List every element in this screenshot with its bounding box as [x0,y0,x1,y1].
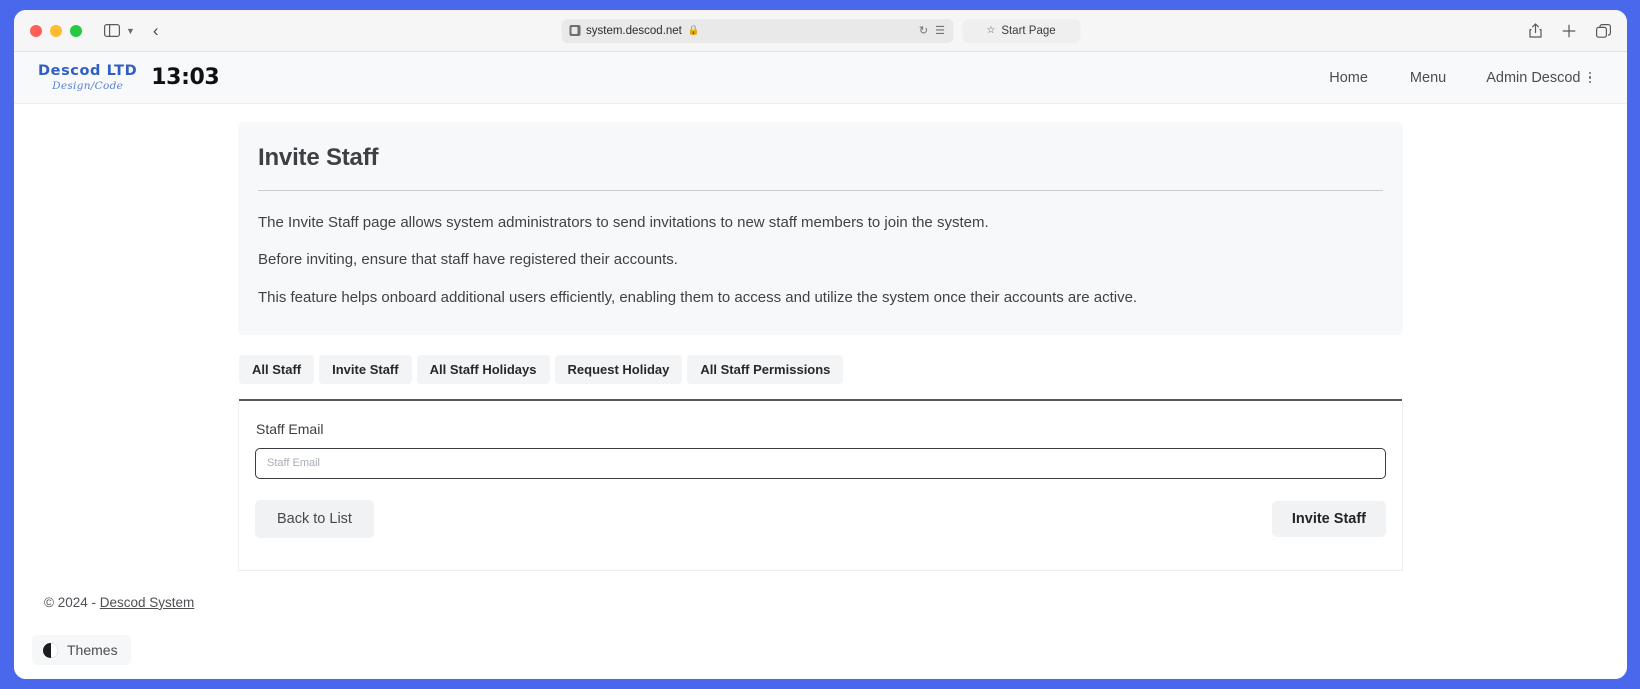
section-tab-strip: All Staff Invite Staff All Staff Holiday… [239,354,1403,384]
staff-email-input[interactable] [255,447,1386,479]
tab-all-staff-permissions[interactable]: All Staff Permissions [687,354,844,384]
close-window-button[interactable] [30,24,42,37]
invite-staff-form: Staff Email Back to List Invite Staff [238,400,1403,571]
reader-view-icon[interactable]: ☰ [935,24,945,37]
sidebar-toggle-icon[interactable] [104,24,120,37]
back-chevron-icon[interactable]: ‹ [153,22,159,39]
tab-all-staff[interactable]: All Staff [239,354,315,384]
footer-link-descod-system[interactable]: Descod System [100,595,195,610]
page-body: Invite Staff The Invite Staff page allow… [14,104,1627,610]
chevron-down-icon[interactable]: ▼ [126,26,135,36]
browser-toolbar: ▼ ‹ system.descod.net 🔒 ↻ ☰ ☆ Start Page [14,10,1627,52]
content-column: Invite Staff The Invite Staff page allow… [238,104,1403,571]
toolbar-right-group [1529,23,1611,38]
url-bar[interactable]: system.descod.net 🔒 ↻ ☰ [561,18,953,43]
tab-all-staff-holidays[interactable]: All Staff Holidays [416,354,550,384]
clock-display: 13:03 [151,65,220,90]
url-text: system.descod.net [586,24,682,37]
info-line: This feature helps onboard additional us… [258,288,1138,306]
address-area: system.descod.net 🔒 ↻ ☰ ☆ Start Page [561,18,1080,43]
info-line: The Invite Staff page allows system admi… [258,214,989,231]
nav-item-home[interactable]: Home [1309,61,1388,95]
tab-invite-staff[interactable]: Invite Staff [319,354,412,384]
staff-email-label: Staff Email [256,420,324,437]
reload-icon[interactable]: ↻ [919,24,928,37]
start-page-tab[interactable]: ☆ Start Page [962,18,1080,43]
logo-title: Descod LTD [38,62,138,79]
title-divider [258,190,1383,191]
logo: Descod LTD Design/Code [38,62,138,92]
tab-overview-icon[interactable] [1596,23,1611,38]
tab-request-holiday[interactable]: Request Holiday [554,354,683,384]
half-circle-theme-icon [43,642,58,658]
desktop-background: ▼ ‹ system.descod.net 🔒 ↻ ☰ ☆ Start Page… [0,0,1640,689]
page-viewport: Descod LTD Design/Code 13:03 Home Menu A… [14,52,1627,679]
star-icon: ☆ [986,25,996,36]
admin-user-label: Admin Descod [1486,69,1581,86]
form-actions: Back to List Invite Staff [255,499,1386,538]
page-footer: © 2024 - Descod System [14,595,1627,610]
logo-subtitle: Design/Code [52,80,124,92]
kebab-menu-icon[interactable] [1588,71,1591,84]
start-page-tab-label: Start Page [1001,24,1056,37]
page-info-card: Invite Staff The Invite Staff page allow… [238,122,1403,335]
shield-icon [569,25,580,36]
minimize-window-button[interactable] [50,24,62,37]
app-navbar: Descod LTD Design/Code 13:03 Home Menu A… [14,52,1627,104]
footer-copyright: © 2024 - [44,594,100,610]
page-title: Invite Staff [258,144,379,171]
themes-toggle-button[interactable]: Themes [32,635,131,665]
plus-icon[interactable] [1562,24,1576,38]
back-to-list-button[interactable]: Back to List [255,499,374,538]
brand-area[interactable]: Descod LTD Design/Code 13:03 [38,62,220,92]
info-line: Before inviting, ensure that staff have … [258,251,678,269]
url-left-group: system.descod.net 🔒 [569,25,913,37]
maximize-window-button[interactable] [70,24,82,37]
browser-window: ▼ ‹ system.descod.net 🔒 ↻ ☰ ☆ Start Page… [14,10,1627,679]
url-right-group: ↻ ☰ [919,24,945,37]
share-icon[interactable] [1529,23,1542,38]
invite-staff-submit-button[interactable]: Invite Staff [1271,500,1386,537]
lock-icon: 🔒 [687,25,700,36]
navbar-links: Home Menu Admin Descod [1309,61,1605,95]
nav-item-admin-user[interactable]: Admin Descod [1468,61,1605,95]
themes-label: Themes [67,642,118,658]
window-controls [30,24,82,37]
nav-item-menu[interactable]: Menu [1390,61,1466,95]
